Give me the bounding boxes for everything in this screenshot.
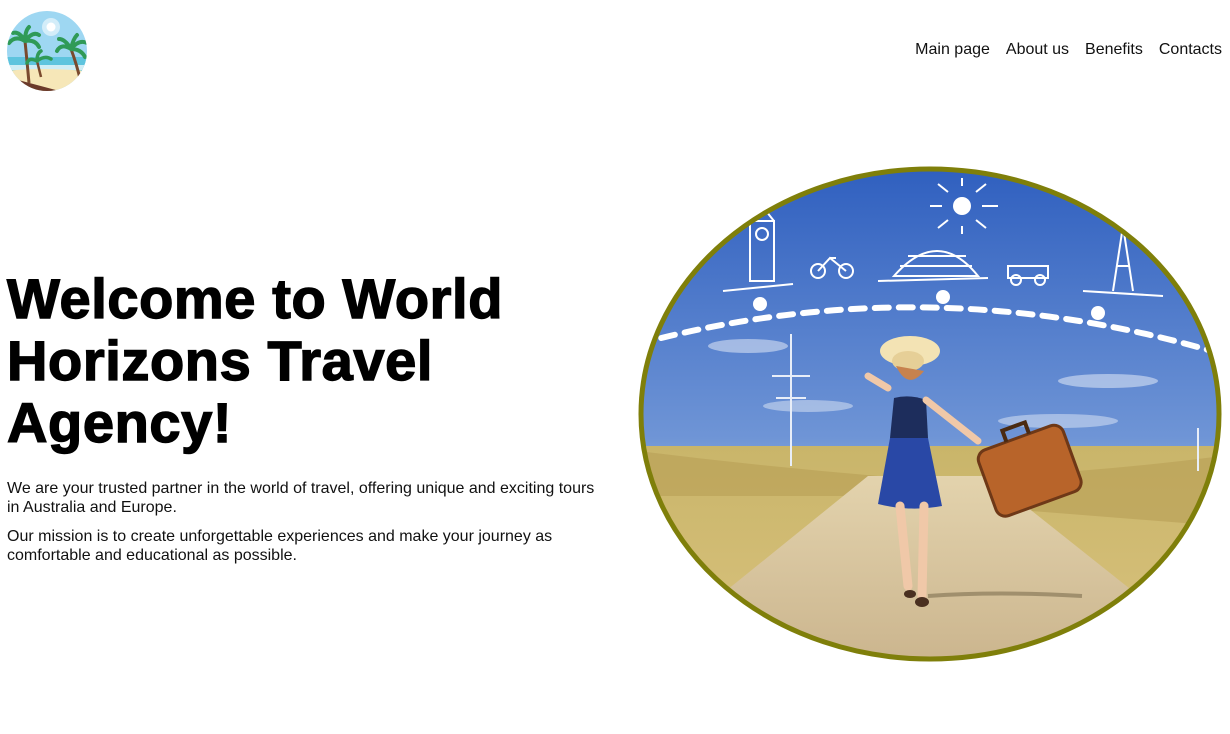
nav-link-main-page[interactable]: Main page xyxy=(915,40,990,60)
traveler-with-suitcase-image xyxy=(638,166,1222,662)
intro-paragraph: Our mission is to create unforgettable e… xyxy=(7,528,553,564)
nav-link-benefits[interactable]: Benefits xyxy=(1085,40,1143,60)
main-navigation: Main page About us Benefits Contacts xyxy=(899,40,1222,60)
hero-intro: We are your trusted partner in the world… xyxy=(7,479,607,575)
hero-title: Welcome to World Horizons Travel Agency! xyxy=(6,267,504,454)
intro-paragraph: We are your trusted partner in the world… xyxy=(7,480,595,516)
tropical-beach-logo-icon[interactable] xyxy=(7,11,87,91)
nav-link-about-us[interactable]: About us xyxy=(1006,40,1069,60)
nav-link-contacts[interactable]: Contacts xyxy=(1159,40,1222,60)
